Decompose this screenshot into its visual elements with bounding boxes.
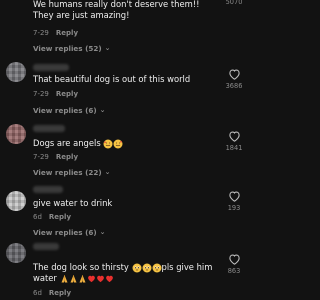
folded-hands-emoji — [78, 274, 87, 284]
reply-button[interactable]: Reply — [56, 153, 78, 161]
folded-hands-emoji — [69, 274, 78, 284]
heart-outline-icon — [228, 131, 240, 142]
like-count: 193 — [227, 204, 241, 212]
username-blurred — [33, 125, 65, 132]
comment-date: 7-29 — [33, 29, 49, 37]
like-count: 5070 — [225, 0, 243, 6]
comment-meta: 7-29 Reply — [33, 90, 78, 98]
comment-meta: 6d Reply — [33, 289, 71, 297]
pleading-face-emoji — [142, 263, 152, 273]
comment-text-part1: The dog look so thirsty — [33, 262, 129, 272]
like-count: 863 — [227, 267, 241, 275]
chevron-down-icon: ⌄ — [104, 44, 111, 52]
view-replies-button[interactable]: View replies (52) ⌄ — [33, 44, 111, 53]
like-count: 1841 — [225, 144, 243, 152]
view-replies-button[interactable]: View replies (6) ⌄ — [33, 106, 106, 115]
comment-text: The dog look so thirsty pls give him wat… — [33, 262, 228, 284]
avatar[interactable] — [6, 124, 26, 144]
red-heart-emoji — [87, 274, 96, 283]
reply-button[interactable]: Reply — [56, 90, 78, 98]
username-blurred — [33, 243, 59, 250]
comment-text: We humans really don't deserve them!! Th… — [33, 0, 200, 20]
comment-meta: 6d Reply — [33, 213, 71, 221]
chevron-down-icon: ⌄ — [99, 228, 106, 236]
comment-meta: 7-29 Reply — [33, 153, 78, 161]
comment-date: 6d — [33, 289, 42, 297]
comment-text: That beautiful dog is out of this world — [33, 74, 191, 84]
heart-outline-icon — [228, 69, 240, 80]
username-blurred — [33, 186, 63, 193]
comment-text: give water to drink — [33, 198, 113, 208]
red-heart-emoji — [96, 274, 105, 283]
comment-date: 6d — [33, 213, 42, 221]
like-button[interactable]: 3686 — [219, 68, 249, 90]
reply-button[interactable]: Reply — [49, 213, 71, 221]
comment-date: 7-29 — [33, 90, 49, 98]
pleading-face-emoji — [132, 263, 142, 273]
like-button[interactable]: 863 — [219, 253, 249, 275]
avatar[interactable] — [6, 243, 26, 263]
heart-outline-icon — [228, 254, 240, 265]
view-replies-label: View replies (6) — [33, 106, 97, 115]
view-replies-label: View replies (52) — [33, 44, 102, 53]
folded-hands-emoji — [60, 274, 69, 284]
smiling-face-with-hearts-emoji — [103, 139, 113, 149]
view-replies-label: View replies (22) — [33, 168, 102, 177]
heart-outline-icon — [228, 191, 240, 202]
red-heart-emoji — [105, 274, 114, 283]
reply-button[interactable]: Reply — [49, 289, 71, 297]
username-blurred — [33, 64, 69, 71]
chevron-down-icon: ⌄ — [99, 106, 106, 114]
smiling-face-with-hearts-emoji — [113, 139, 123, 149]
chevron-down-icon: ⌄ — [104, 168, 111, 176]
comment-text-label: Dogs are angels — [33, 138, 101, 148]
comment-meta: 7-29 Reply — [33, 29, 78, 37]
reply-button[interactable]: Reply — [56, 29, 78, 37]
like-count: 3686 — [225, 82, 243, 90]
like-button[interactable]: 193 — [219, 190, 249, 212]
view-replies-label: View replies (6) — [33, 228, 97, 237]
pleading-face-emoji — [152, 263, 162, 273]
comment-date: 7-29 — [33, 153, 49, 161]
like-button[interactable]: 5070 — [219, 0, 249, 6]
avatar[interactable] — [6, 62, 26, 82]
view-replies-button[interactable]: View replies (22) ⌄ — [33, 168, 111, 177]
like-button[interactable]: 1841 — [219, 130, 249, 152]
avatar[interactable] — [6, 191, 26, 211]
view-replies-button[interactable]: View replies (6) ⌄ — [33, 228, 106, 237]
comment-text: Dogs are angels — [33, 138, 218, 149]
